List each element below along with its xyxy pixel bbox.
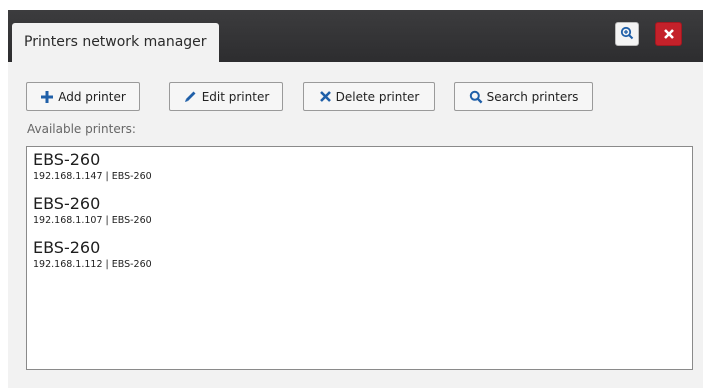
edit-printer-label: Edit printer	[201, 89, 270, 104]
add-printer-label: Add printer	[58, 89, 126, 104]
add-printer-button[interactable]: Add printer	[26, 82, 140, 111]
list-item[interactable]: EBS-260 192.168.1.107 | EBS-260	[33, 194, 152, 228]
printer-detail: 192.168.1.112 | EBS-260	[33, 259, 152, 270]
search-printers-label: Search printers	[486, 89, 579, 104]
printer-name: EBS-260	[33, 238, 101, 257]
x-icon	[319, 90, 332, 103]
search-icon	[469, 90, 483, 104]
delete-printer-button[interactable]: Delete printer	[303, 82, 435, 111]
printer-list[interactable]: EBS-260 192.168.1.147 | EBS-260 EBS-260 …	[26, 146, 693, 370]
close-button[interactable]	[655, 22, 682, 46]
printer-detail: 192.168.1.147 | EBS-260	[33, 171, 152, 182]
printer-name: EBS-260	[33, 194, 101, 213]
available-printers-label: Available printers:	[27, 122, 136, 136]
pencil-icon	[183, 89, 198, 104]
search-printers-button[interactable]: Search printers	[454, 82, 593, 111]
close-icon	[663, 25, 675, 44]
zoom-button[interactable]	[615, 22, 639, 46]
printer-detail: 192.168.1.107 | EBS-260	[33, 215, 152, 226]
plus-icon	[40, 90, 54, 104]
title-bar: Printers network manager	[8, 10, 703, 62]
delete-printer-label: Delete printer	[335, 89, 420, 104]
printer-name: EBS-260	[33, 150, 101, 169]
window-title-tab: Printers network manager	[12, 23, 219, 62]
list-item[interactable]: EBS-260 192.168.1.112 | EBS-260	[33, 238, 152, 272]
list-item[interactable]: EBS-260 192.168.1.147 | EBS-260	[33, 150, 152, 184]
edit-printer-button[interactable]: Edit printer	[169, 82, 283, 111]
zoom-in-icon	[620, 25, 634, 44]
printer-manager-window: Printers network manager Add printer Edi…	[8, 10, 703, 388]
